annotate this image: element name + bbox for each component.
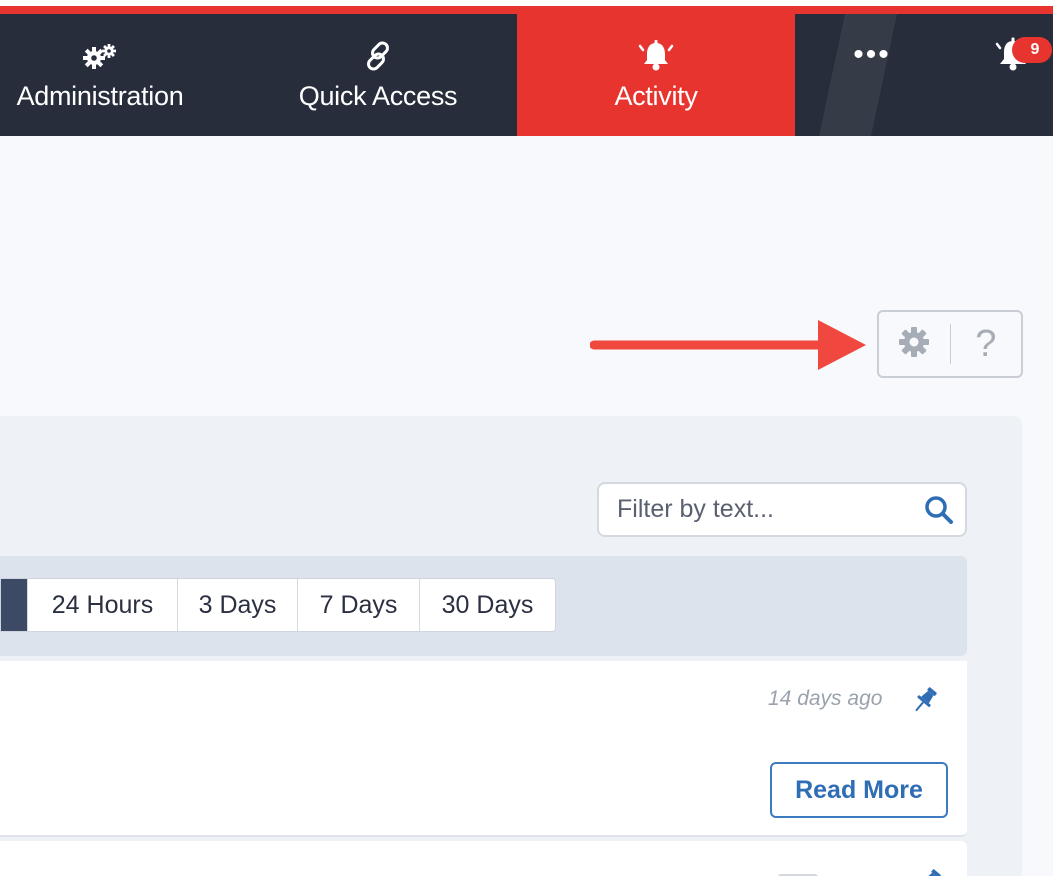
range-option-active[interactable] <box>1 579 27 631</box>
nav-activity[interactable]: Activity <box>517 14 795 136</box>
activity-item: 14 days ago Read More <box>0 661 967 837</box>
top-navbar: Administration Quick Access Activity ••• <box>0 14 1053 136</box>
range-option-7-days[interactable]: 7 Days <box>297 579 419 631</box>
nav-activity-label: Activity <box>614 80 698 111</box>
nav-notifications[interactable] <box>972 14 1053 136</box>
nav-administration[interactable]: Administration <box>0 14 200 136</box>
annotation-arrow-icon <box>590 320 866 370</box>
search-icon[interactable] <box>913 495 965 525</box>
range-option-3-days[interactable]: 3 Days <box>177 579 297 631</box>
filter-placeholder: Filter by text... <box>617 495 774 523</box>
range-option-24-hours[interactable]: 24 Hours <box>27 579 177 631</box>
link-icon <box>361 39 395 73</box>
help-icon: ? <box>975 322 997 365</box>
time-range-selector: 24 Hours 3 Days 7 Days 30 Days <box>0 578 556 632</box>
gear-icon <box>897 325 931 364</box>
filter-input[interactable]: Filter by text... <box>597 482 967 537</box>
pin-icon[interactable] <box>912 867 946 876</box>
activity-timestamp: 14 days ago <box>768 687 883 710</box>
nav-administration-label: Administration <box>16 80 184 111</box>
activity-item <box>0 841 967 876</box>
page: Administration Quick Access Activity •••… <box>0 0 1053 876</box>
help-button[interactable]: ? <box>951 312 1022 376</box>
range-option-30-days[interactable]: 30 Days <box>419 579 555 631</box>
pin-icon[interactable] <box>908 685 942 720</box>
nav-quick-access[interactable]: Quick Access <box>258 14 498 136</box>
more-dots-icon: ••• <box>853 38 891 71</box>
read-more-button[interactable]: Read More <box>770 762 948 818</box>
gears-icon <box>80 39 120 73</box>
settings-help-group: ? <box>877 310 1023 378</box>
nav-quick-access-label: Quick Access <box>298 80 458 111</box>
nav-more-button[interactable]: ••• <box>808 14 936 136</box>
top-strip <box>0 0 1053 14</box>
bell-ringing-icon <box>636 39 676 73</box>
settings-button[interactable] <box>879 312 950 376</box>
notification-count-badge: 9 <box>1012 37 1052 63</box>
